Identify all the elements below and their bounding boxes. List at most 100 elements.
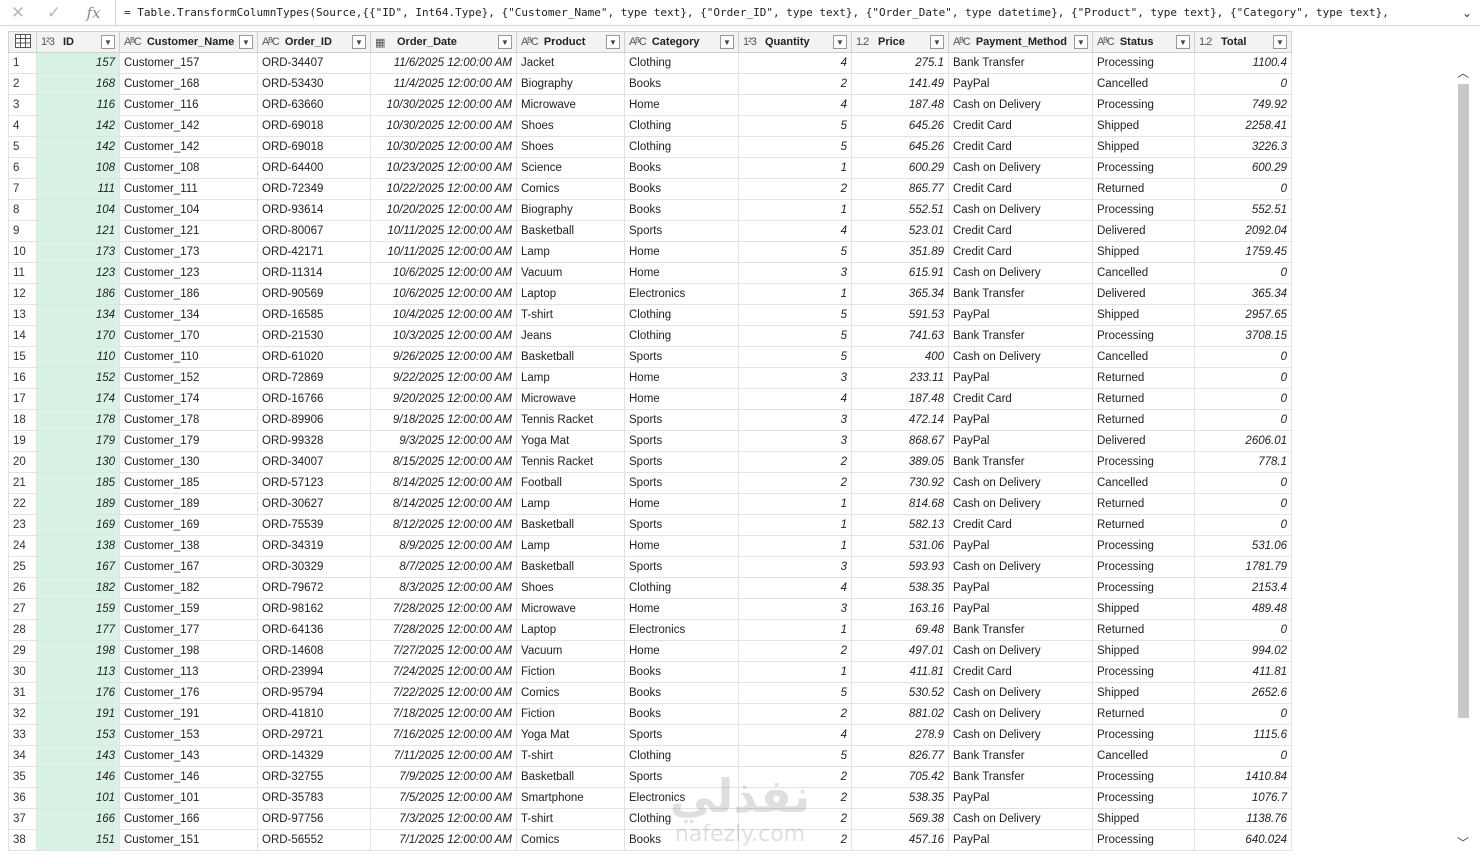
cell-product[interactable]: Comics <box>516 829 625 851</box>
cell-price[interactable]: 615.91 <box>851 262 949 284</box>
cell-order-date[interactable]: 9/22/2025 12:00:00 AM <box>370 367 517 389</box>
cell-category[interactable]: Sports <box>624 451 739 473</box>
cell-id[interactable]: 134 <box>36 304 120 326</box>
scrollbar-thumb[interactable] <box>1458 84 1469 718</box>
cell-quantity[interactable]: 3 <box>738 556 852 578</box>
cell-quantity[interactable]: 3 <box>738 409 852 431</box>
cell-order-date[interactable]: 10/11/2025 12:00:00 AM <box>370 220 517 242</box>
cell-price[interactable]: 552.51 <box>851 199 949 221</box>
cell-quantity[interactable]: 1 <box>738 619 852 641</box>
cell-order-date[interactable]: 7/24/2025 12:00:00 AM <box>370 661 517 683</box>
filter-dropdown-icon[interactable]: ▼ <box>239 35 253 49</box>
cell-customer-name[interactable]: Customer_170 <box>119 325 258 347</box>
row-number[interactable]: 34 <box>8 745 37 767</box>
cell-payment-method[interactable]: Bank Transfer <box>948 325 1093 347</box>
cell-order-id[interactable]: ORD-99328 <box>257 430 371 452</box>
cell-category[interactable]: Books <box>624 703 739 725</box>
cell-category[interactable]: Clothing <box>624 577 739 599</box>
cell-status[interactable]: Returned <box>1092 493 1195 515</box>
cell-payment-method[interactable]: Cash on Delivery <box>948 493 1093 515</box>
cell-quantity[interactable]: 3 <box>738 367 852 389</box>
cell-status[interactable]: Shipped <box>1092 808 1195 830</box>
cell-order-date[interactable]: 7/22/2025 12:00:00 AM <box>370 682 517 704</box>
cell-status[interactable]: Processing <box>1092 577 1195 599</box>
row-number[interactable]: 19 <box>8 430 37 452</box>
cell-order-date[interactable]: 8/7/2025 12:00:00 AM <box>370 556 517 578</box>
cell-payment-method[interactable]: Cash on Delivery <box>948 472 1093 494</box>
cell-order-date[interactable]: 9/18/2025 12:00:00 AM <box>370 409 517 431</box>
cell-id[interactable]: 151 <box>36 829 120 851</box>
cell-quantity[interactable]: 5 <box>738 682 852 704</box>
cell-payment-method[interactable]: Cash on Delivery <box>948 157 1093 179</box>
cell-total[interactable]: 0 <box>1194 73 1292 95</box>
cell-order-id[interactable]: ORD-64400 <box>257 157 371 179</box>
cell-category[interactable]: Sports <box>624 766 739 788</box>
cell-order-date[interactable]: 8/15/2025 12:00:00 AM <box>370 451 517 473</box>
cell-category[interactable]: Home <box>624 241 739 263</box>
table-row[interactable]: 2 168 Customer_168 ORD-53430 11/4/2025 12:00… <box>8 73 1292 95</box>
cell-quantity[interactable]: 5 <box>738 745 852 767</box>
cell-order-id[interactable]: ORD-30627 <box>257 493 371 515</box>
cell-status[interactable]: Processing <box>1092 157 1195 179</box>
table-row[interactable]: 34 143 Customer_143 ORD-14329 7/11/2025 12:0… <box>8 745 1292 767</box>
cell-total[interactable]: 0 <box>1194 409 1292 431</box>
cell-total[interactable]: 1115.6 <box>1194 724 1292 746</box>
cell-payment-method[interactable]: PayPal <box>948 787 1093 809</box>
cell-id[interactable]: 143 <box>36 745 120 767</box>
cell-id[interactable]: 178 <box>36 409 120 431</box>
cell-payment-method[interactable]: Bank Transfer <box>948 766 1093 788</box>
cell-quantity[interactable]: 5 <box>738 115 852 137</box>
cell-id[interactable]: 186 <box>36 283 120 305</box>
cell-product[interactable]: Jeans <box>516 325 625 347</box>
cell-status[interactable]: Processing <box>1092 766 1195 788</box>
row-number[interactable]: 15 <box>8 346 37 368</box>
row-number[interactable]: 14 <box>8 325 37 347</box>
cell-customer-name[interactable]: Customer_179 <box>119 430 258 452</box>
row-number[interactable]: 35 <box>8 766 37 788</box>
column-header-payment-method[interactable]: AᴮC Payment_Method ▼ <box>948 31 1093 53</box>
cell-id[interactable]: 182 <box>36 577 120 599</box>
cell-status[interactable]: Processing <box>1092 724 1195 746</box>
row-number[interactable]: 32 <box>8 703 37 725</box>
cell-status[interactable]: Delivered <box>1092 283 1195 305</box>
cell-total[interactable]: 0 <box>1194 346 1292 368</box>
table-row[interactable]: 6 108 Customer_108 ORD-64400 10/23/2025 12:0… <box>8 157 1292 179</box>
cell-order-id[interactable]: ORD-14329 <box>257 745 371 767</box>
table-row[interactable]: 32 191 Customer_191 ORD-41810 7/18/2025 12:0… <box>8 703 1292 725</box>
cell-id[interactable]: 130 <box>36 451 120 473</box>
cell-order-id[interactable]: ORD-95794 <box>257 682 371 704</box>
table-row[interactable]: 5 142 Customer_142 ORD-69018 10/30/2025 12:0… <box>8 136 1292 158</box>
row-number[interactable]: 33 <box>8 724 37 746</box>
cell-order-id[interactable]: ORD-34407 <box>257 52 371 74</box>
cell-quantity[interactable]: 5 <box>738 346 852 368</box>
cell-category[interactable]: Sports <box>624 556 739 578</box>
cell-status[interactable]: Processing <box>1092 829 1195 851</box>
cell-customer-name[interactable]: Customer_134 <box>119 304 258 326</box>
table-row[interactable]: 11 123 Customer_123 ORD-11314 10/6/2025 12:0… <box>8 262 1292 284</box>
cell-quantity[interactable]: 2 <box>738 808 852 830</box>
cell-product[interactable]: Fiction <box>516 703 625 725</box>
row-number[interactable]: 22 <box>8 493 37 515</box>
filter-dropdown-icon[interactable]: ▼ <box>833 35 847 49</box>
filter-dropdown-icon[interactable]: ▼ <box>930 35 944 49</box>
cell-product[interactable]: Lamp <box>516 241 625 263</box>
cell-order-id[interactable]: ORD-53430 <box>257 73 371 95</box>
cell-order-id[interactable]: ORD-14608 <box>257 640 371 662</box>
cell-order-date[interactable]: 10/22/2025 12:00:00 AM <box>370 178 517 200</box>
cell-status[interactable]: Returned <box>1092 388 1195 410</box>
row-number[interactable]: 25 <box>8 556 37 578</box>
cell-quantity[interactable]: 2 <box>738 472 852 494</box>
cell-order-id[interactable]: ORD-69018 <box>257 136 371 158</box>
cell-total[interactable]: 0 <box>1194 514 1292 536</box>
cell-category[interactable]: Home <box>624 493 739 515</box>
chevron-down-icon[interactable]: ⌄ <box>1454 0 1480 26</box>
cell-payment-method[interactable]: Bank Transfer <box>948 283 1093 305</box>
cell-status[interactable]: Shipped <box>1092 136 1195 158</box>
cell-customer-name[interactable]: Customer_186 <box>119 283 258 305</box>
cell-price[interactable]: 538.35 <box>851 787 949 809</box>
cell-price[interactable]: 645.26 <box>851 136 949 158</box>
row-number[interactable]: 24 <box>8 535 37 557</box>
cell-product[interactable]: Biography <box>516 73 625 95</box>
cell-quantity[interactable]: 1 <box>738 157 852 179</box>
cell-order-id[interactable]: ORD-57123 <box>257 472 371 494</box>
